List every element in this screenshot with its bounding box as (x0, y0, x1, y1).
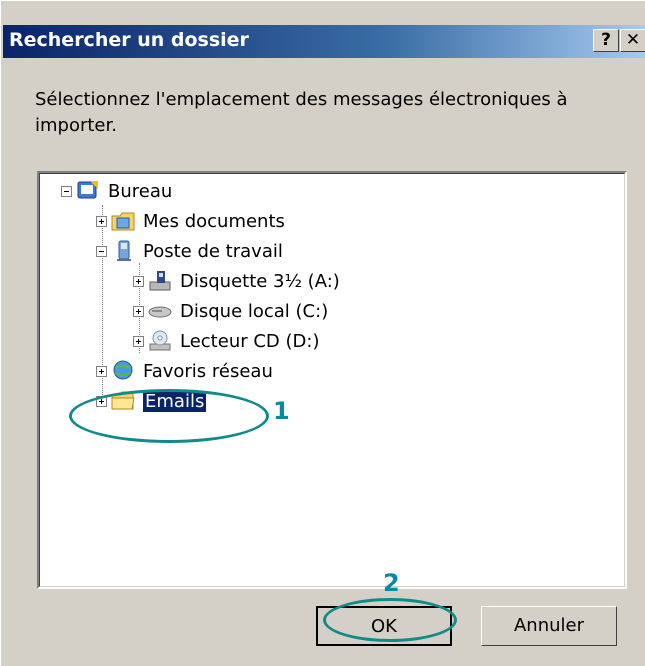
tree-item-mes-documents[interactable]: Mes documents (96, 207, 285, 235)
tree-item-label: Favoris réseau (143, 360, 273, 382)
documents-folder-icon (111, 210, 135, 232)
tree-item-bureau[interactable]: Bureau (61, 177, 172, 205)
computer-icon (111, 240, 135, 262)
network-icon (111, 360, 135, 382)
hard-drive-icon (148, 300, 172, 322)
tree-item-disque-local[interactable]: Disque local (C:) (133, 297, 328, 325)
browse-folder-dialog: Rechercher un dossier ? ✕ Sélectionnez l… (0, 0, 645, 666)
dialog-title: Rechercher un dossier (9, 29, 249, 51)
close-button[interactable]: ✕ (620, 29, 645, 52)
tree-item-disquette[interactable]: Disquette 3½ (A:) (133, 267, 340, 295)
tree-item-label: Mes documents (143, 210, 285, 232)
expand-toggle[interactable] (96, 215, 107, 227)
step-1-label: 1 (273, 397, 290, 425)
tree-item-label: Disquette 3½ (A:) (180, 270, 340, 292)
help-button[interactable]: ? (593, 29, 619, 52)
tree-item-label: Poste de travail (143, 240, 283, 262)
expand-toggle[interactable] (133, 275, 144, 287)
folder-tree[interactable]: Bureau Mes documents Poste de travail Di… (37, 171, 627, 589)
tree-item-poste-de-travail[interactable]: Poste de travail (96, 237, 283, 265)
desktop-icon (76, 180, 100, 202)
tree-item-favoris-reseau[interactable]: Favoris réseau (96, 357, 273, 385)
tree-item-lecteur-cd[interactable]: Lecteur CD (D:) (133, 327, 319, 355)
expand-toggle[interactable] (133, 305, 144, 317)
cd-drive-icon (148, 330, 172, 352)
expand-toggle[interactable] (96, 365, 107, 377)
collapse-toggle[interactable] (96, 245, 107, 257)
dialog-description: Sélectionnez l'emplacement des messages … (35, 89, 568, 136)
tree-item-label: Lecteur CD (D:) (180, 330, 320, 352)
highlight-ellipse-ok (323, 598, 457, 642)
tree-item-label: Bureau (108, 180, 173, 202)
expand-toggle[interactable] (133, 335, 144, 347)
highlight-ellipse-emails (69, 389, 269, 443)
step-2-label: 2 (383, 569, 400, 597)
title-bar[interactable]: Rechercher un dossier ? ✕ (3, 25, 645, 58)
collapse-toggle[interactable] (61, 185, 72, 197)
floppy-drive-icon (148, 270, 172, 292)
tree-item-label: Disque local (C:) (180, 300, 329, 322)
cancel-button[interactable]: Annuler (481, 606, 617, 646)
